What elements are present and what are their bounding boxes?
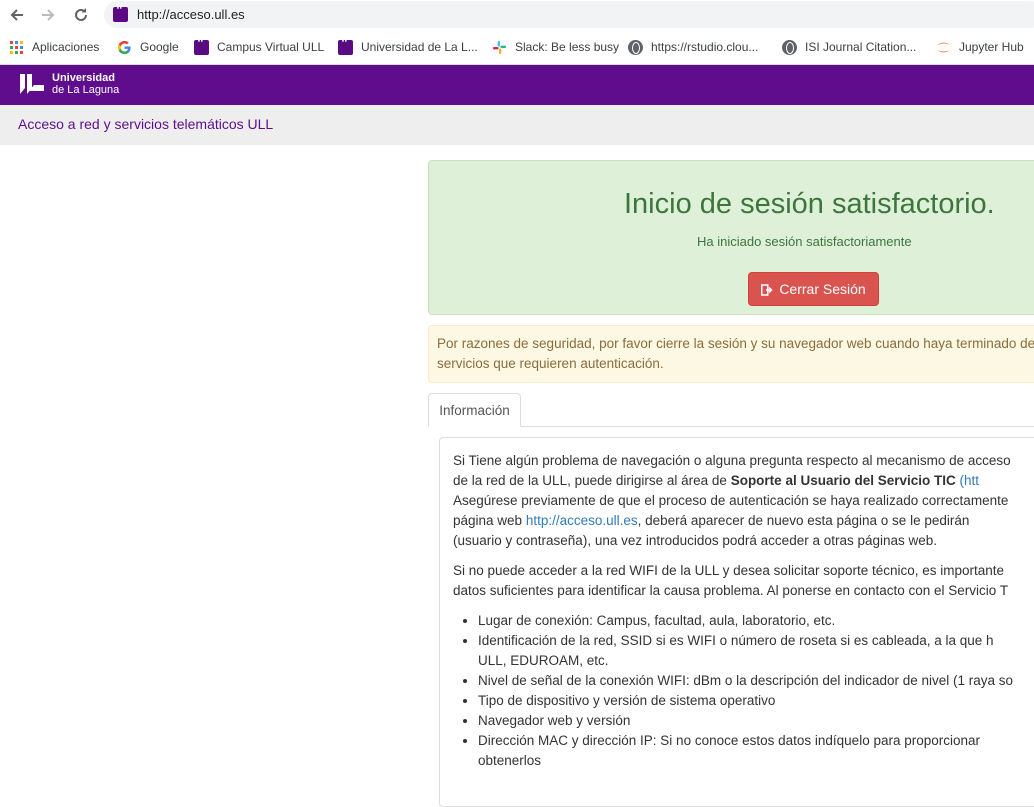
bookmark-label: Jupyter Hub (959, 40, 1024, 54)
bookmark-label: ISI Journal Citation... (805, 40, 917, 54)
bookmark-label: Google (140, 40, 179, 54)
success-title: Inicio de sesión satisfactorio. (624, 188, 995, 220)
logout-label: Cerrar Sesión (779, 281, 866, 297)
browser-address-bar: http://acceso.ull.es (0, 0, 1034, 29)
support-area-name: Soporte al Usuario del Servicio TIC (730, 473, 956, 488)
info-text: datos suficientes para identificar la ca… (453, 583, 1009, 598)
bookmark-label: https://rstudio.clou... (651, 40, 759, 54)
bookmark-universidad[interactable]: Universidad de La L... (338, 37, 478, 56)
url-text[interactable]: http://acceso.ull.es (137, 7, 245, 22)
bookmark-label: Aplicaciones (32, 40, 100, 54)
list-item: Identificación de la red, SSID si es WIF… (478, 631, 1034, 671)
bookmark-isi-journal[interactable]: ISI Journal Citation... (782, 38, 916, 56)
reload-icon[interactable] (70, 4, 92, 26)
list-item: Dirección MAC y dirección IP: Si no cono… (478, 731, 1034, 771)
info-text: (usuario y contraseña), una vez introduc… (453, 533, 938, 548)
tab-informacion[interactable]: Información (428, 393, 521, 427)
bookmark-aplicaciones[interactable]: Aplicaciones (9, 38, 99, 56)
info-text: Si Tiene algún problema de navegación o … (453, 453, 1011, 468)
warning-line1: Por razones de seguridad, por favor cier… (437, 336, 1034, 351)
success-message: Ha iniciado sesión satisfactoriamente (697, 234, 912, 249)
security-warning-text: Por razones de seguridad, por favor cier… (437, 334, 1034, 376)
ull-favicon-icon (194, 37, 209, 55)
logout-button[interactable]: Cerrar Sesión (748, 272, 879, 306)
bookmark-rstudio[interactable]: https://rstudio.clou... (628, 38, 758, 56)
apps-grid-icon (9, 40, 24, 55)
list-item: Nivel de señal de la conexión WIFI: dBm … (478, 671, 1034, 691)
site-favicon-icon (113, 4, 128, 22)
list-item: Lugar de conexión: Campus, facultad, aul… (478, 611, 1034, 631)
acceso-ull-link[interactable]: http://acceso.ull.es (526, 513, 638, 528)
site-header (0, 65, 1034, 105)
globe-icon (628, 39, 643, 55)
ull-logo-text[interactable]: Universidad de La Laguna (52, 72, 119, 96)
logo-line2: de La Laguna (52, 84, 120, 96)
bookmark-jupyter[interactable]: Jupyter Hub (936, 38, 1024, 56)
bookmark-label: Campus Virtual ULL (217, 40, 325, 54)
info-paragraph-2: Si no puede acceder a la red WIFI de la … (453, 561, 1034, 601)
list-item: Tipo de dispositivo y versión de sistema… (478, 691, 1034, 711)
bookmark-slack[interactable]: Slack: Be less busy (492, 38, 619, 56)
info-text: Si no puede acceder a la red WIFI de la … (453, 563, 1005, 578)
url-field[interactable]: http://acceso.ull.es (104, 1, 1034, 28)
bookmark-campus-virtual[interactable]: Campus Virtual ULL (194, 37, 325, 56)
bookmarks-bar: Aplicaciones Google Campus Virtual ULL U… (0, 29, 1034, 65)
support-link[interactable]: (htt (956, 473, 980, 488)
support-data-list: Lugar de conexión: Campus, facultad, aul… (478, 611, 1034, 771)
bookmark-label: Universidad de La L... (361, 40, 478, 54)
globe-icon (782, 39, 797, 55)
info-content: Si Tiene algún problema de navegación o … (453, 451, 1034, 771)
info-text: página web (453, 513, 526, 528)
bookmark-google[interactable]: Google (117, 38, 179, 56)
forward-arrow-icon[interactable] (37, 4, 59, 26)
sign-out-icon (761, 283, 773, 296)
list-item: Navegador web y versión (478, 711, 1034, 731)
slack-icon (492, 40, 507, 55)
info-text: , deberá aparecer de nuevo esta página o… (637, 513, 970, 528)
info-text: de la red de la ULL, puede dirigirse al … (453, 473, 731, 488)
jupyter-icon (936, 40, 951, 55)
logo-line1: Universidad (52, 72, 115, 84)
bookmark-label: Slack: Be less busy (515, 40, 620, 54)
google-icon (117, 40, 132, 55)
info-text: Asegúrese previamente de que el proceso … (453, 493, 1009, 508)
ull-logo-icon[interactable] (18, 72, 46, 96)
warning-line2: servicios que requieren autenticación. (437, 356, 664, 371)
ull-favicon-icon (338, 37, 353, 55)
info-paragraph-1: Si Tiene algún problema de navegación o … (453, 451, 1034, 551)
back-arrow-icon[interactable] (6, 4, 28, 26)
page-title-link[interactable]: Acceso a red y servicios telemáticos ULL (18, 116, 273, 132)
